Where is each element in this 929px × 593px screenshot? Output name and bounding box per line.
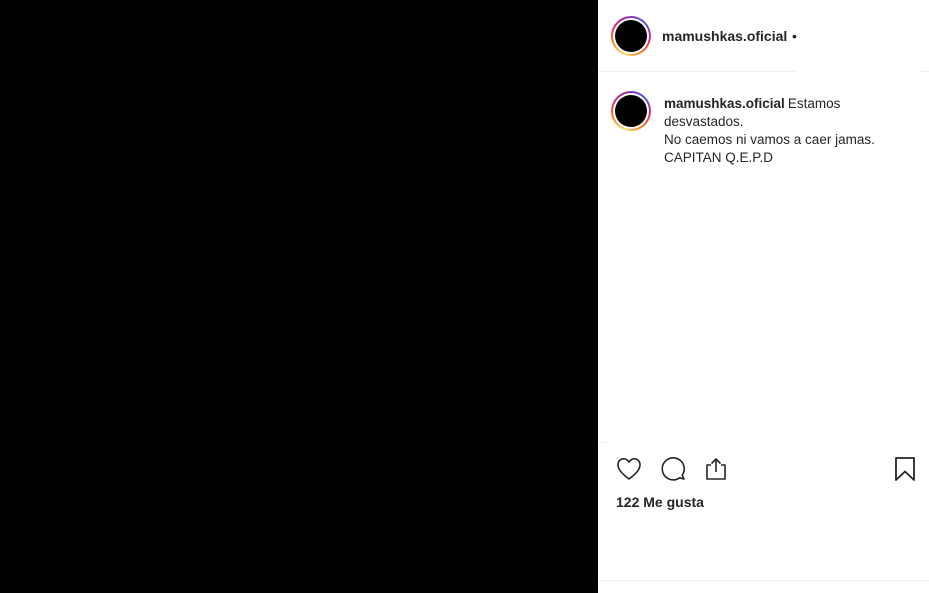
likes-count[interactable]: 122 Me gusta [616, 494, 704, 510]
comment-icon [661, 457, 685, 481]
post-media[interactable] [0, 0, 598, 593]
save-button[interactable] [891, 455, 919, 483]
caption-line-2: No caemos ni vamos a caer jamas. [664, 132, 875, 147]
avatar-image [615, 95, 647, 127]
bottom-divider [598, 580, 929, 581]
header-divider [598, 71, 796, 72]
comment-button[interactable] [659, 455, 687, 483]
share-button[interactable] [702, 455, 730, 483]
caption-text: mamushkas.oficial Estamos desvastados. No… [664, 95, 914, 167]
avatar-image [615, 20, 647, 52]
header-username-link[interactable]: mamushkas.oficial [662, 28, 787, 44]
bookmark-icon [895, 457, 915, 481]
actions-divider [598, 442, 608, 443]
header-separator: • [792, 28, 797, 44]
caption-avatar[interactable] [611, 91, 651, 131]
heart-icon [617, 458, 641, 480]
share-icon [706, 458, 726, 480]
post-header: mamushkas.oficial • [598, 0, 929, 71]
caption-username-link[interactable]: mamushkas.oficial [664, 96, 785, 111]
post-side-panel: mamushkas.oficial • mamushkas.oficial Est… [598, 0, 929, 593]
like-button[interactable] [615, 455, 643, 483]
caption-line-3: CAPITAN Q.E.P.D [664, 150, 774, 165]
header-avatar[interactable] [611, 16, 651, 56]
header-divider-right [919, 71, 929, 72]
